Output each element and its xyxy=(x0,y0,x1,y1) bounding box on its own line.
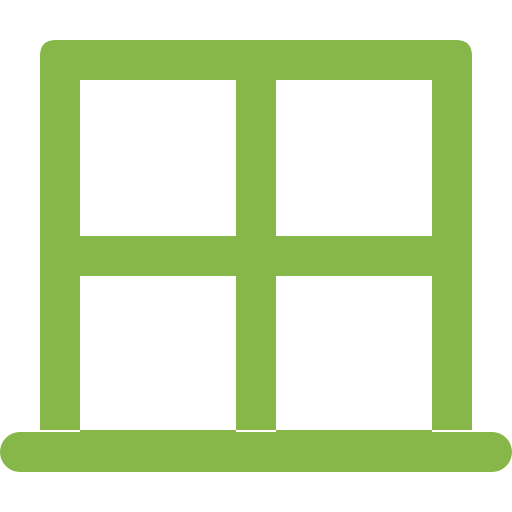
window-sill xyxy=(0,432,512,472)
window-outer-frame xyxy=(40,40,472,432)
window-icon-container xyxy=(0,0,512,512)
window-frame xyxy=(0,40,512,472)
window-icon xyxy=(0,40,512,472)
